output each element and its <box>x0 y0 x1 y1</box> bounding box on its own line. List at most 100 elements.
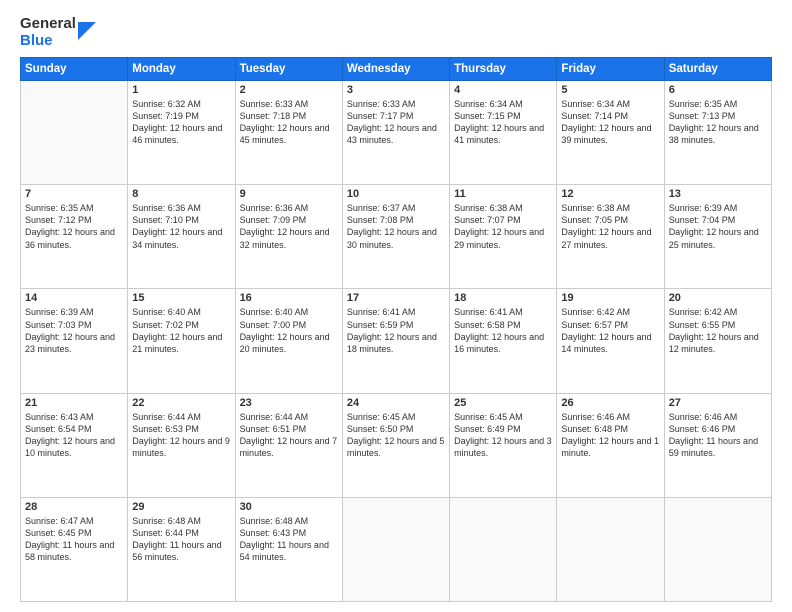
cell-info: Sunrise: 6:48 AMSunset: 6:44 PMDaylight:… <box>132 515 230 564</box>
cell-info: Sunrise: 6:32 AMSunset: 7:19 PMDaylight:… <box>132 98 230 147</box>
calendar-cell: 25Sunrise: 6:45 AMSunset: 6:49 PMDayligh… <box>450 393 557 497</box>
cell-info: Sunrise: 6:40 AMSunset: 7:00 PMDaylight:… <box>240 306 338 355</box>
calendar-cell <box>450 497 557 601</box>
calendar-cell: 3Sunrise: 6:33 AMSunset: 7:17 PMDaylight… <box>342 81 449 185</box>
week-row-4: 21Sunrise: 6:43 AMSunset: 6:54 PMDayligh… <box>21 393 772 497</box>
calendar-cell: 10 Sunrise: 6:37 AMSunset: 7:08 PMDayligh… <box>342 185 449 289</box>
weekday-wednesday: Wednesday <box>342 58 449 81</box>
cell-info: Sunrise: 6:36 AMSunset: 7:10 PMDaylight:… <box>132 202 230 251</box>
day-number: 22 <box>132 397 230 409</box>
day-number: 25 <box>454 397 552 409</box>
week-row-1: 1 Sunrise: 6:32 AMSunset: 7:19 PMDaylight… <box>21 81 772 185</box>
day-number: 3 <box>347 84 445 96</box>
weekday-thursday: Thursday <box>450 58 557 81</box>
calendar-cell: 22Sunrise: 6:44 AMSunset: 6:53 PMDayligh… <box>128 393 235 497</box>
day-number: 24 <box>347 397 445 409</box>
cell-info: Sunrise: 6:39 AMSunset: 7:03 PMDaylight:… <box>25 306 123 355</box>
weekday-monday: Monday <box>128 58 235 81</box>
day-number: 2 <box>240 84 338 96</box>
week-row-3: 14 Sunrise: 6:39 AMSunset: 7:03 PMDayligh… <box>21 289 772 393</box>
cell-info: Sunrise: 6:44 AMSunset: 6:51 PMDaylight:… <box>240 411 338 460</box>
day-number: 30 <box>240 501 338 513</box>
page: General Blue SundayMondayTuesdayWednesda… <box>0 0 792 612</box>
cell-info: Sunrise: 6:42 AMSunset: 6:55 PMDaylight:… <box>669 306 767 355</box>
weekday-tuesday: Tuesday <box>235 58 342 81</box>
day-number: 10 <box>347 188 445 200</box>
calendar-cell: 18Sunrise: 6:41 AMSunset: 6:58 PMDayligh… <box>450 289 557 393</box>
day-number: 14 <box>25 292 123 304</box>
calendar-cell: 24 Sunrise: 6:45 AMSunset: 6:50 PMDayligh… <box>342 393 449 497</box>
logo-blue-text: Blue <box>20 33 76 50</box>
cell-info: Sunrise: 6:33 AMSunset: 7:18 PMDaylight:… <box>240 98 338 147</box>
calendar-cell: 15 Sunrise: 6:40 AMSunset: 7:02 PMDayligh… <box>128 289 235 393</box>
day-number: 26 <box>561 397 659 409</box>
day-number: 20 <box>669 292 767 304</box>
cell-info: Sunrise: 6:41 AMSunset: 6:59 PMDaylight:… <box>347 306 445 355</box>
day-number: 16 <box>240 292 338 304</box>
header: General Blue <box>20 16 772 49</box>
calendar-cell: 29Sunrise: 6:48 AMSunset: 6:44 PMDayligh… <box>128 497 235 601</box>
cell-info: Sunrise: 6:45 AMSunset: 6:50 PMDaylight:… <box>347 411 445 460</box>
week-row-2: 7 Sunrise: 6:35 AMSunset: 7:12 PMDaylight… <box>21 185 772 289</box>
cell-info: Sunrise: 6:35 AMSunset: 7:12 PMDaylight:… <box>25 202 123 251</box>
calendar-cell: 1 Sunrise: 6:32 AMSunset: 7:19 PMDaylight… <box>128 81 235 185</box>
day-number: 19 <box>561 292 659 304</box>
calendar-cell: 27 Sunrise: 6:46 AMSunset: 6:46 PMDayligh… <box>664 393 771 497</box>
calendar-cell: 5 Sunrise: 6:34 AMSunset: 7:14 PMDaylight… <box>557 81 664 185</box>
calendar-cell <box>557 497 664 601</box>
weekday-sunday: Sunday <box>21 58 128 81</box>
calendar-cell: 14 Sunrise: 6:39 AMSunset: 7:03 PMDayligh… <box>21 289 128 393</box>
cell-info: Sunrise: 6:38 AMSunset: 7:05 PMDaylight:… <box>561 202 659 251</box>
calendar-cell: 16 Sunrise: 6:40 AMSunset: 7:00 PMDayligh… <box>235 289 342 393</box>
day-number: 9 <box>240 188 338 200</box>
day-number: 12 <box>561 188 659 200</box>
calendar-cell: 30 Sunrise: 6:48 AMSunset: 6:43 PMDayligh… <box>235 497 342 601</box>
cell-info: Sunrise: 6:48 AMSunset: 6:43 PMDaylight:… <box>240 515 338 564</box>
cell-info: Sunrise: 6:46 AMSunset: 6:46 PMDaylight:… <box>669 411 767 460</box>
weekday-saturday: Saturday <box>664 58 771 81</box>
calendar-cell: 21Sunrise: 6:43 AMSunset: 6:54 PMDayligh… <box>21 393 128 497</box>
day-number: 21 <box>25 397 123 409</box>
day-number: 1 <box>132 84 230 96</box>
logo: General Blue <box>20 16 96 49</box>
day-number: 18 <box>454 292 552 304</box>
logo-general-text: General <box>20 16 76 33</box>
calendar-cell <box>342 497 449 601</box>
cell-info: Sunrise: 6:37 AMSunset: 7:08 PMDaylight:… <box>347 202 445 251</box>
calendar-cell: 4Sunrise: 6:34 AMSunset: 7:15 PMDaylight… <box>450 81 557 185</box>
calendar-cell: 8 Sunrise: 6:36 AMSunset: 7:10 PMDaylight… <box>128 185 235 289</box>
cell-info: Sunrise: 6:34 AMSunset: 7:14 PMDaylight:… <box>561 98 659 147</box>
calendar-cell: 9Sunrise: 6:36 AMSunset: 7:09 PMDaylight… <box>235 185 342 289</box>
day-number: 23 <box>240 397 338 409</box>
logo-flag-icon <box>78 22 96 40</box>
weekday-header-row: SundayMondayTuesdayWednesdayThursdayFrid… <box>21 58 772 81</box>
calendar-cell <box>21 81 128 185</box>
week-row-5: 28 Sunrise: 6:47 AMSunset: 6:45 PMDayligh… <box>21 497 772 601</box>
day-number: 11 <box>454 188 552 200</box>
calendar-cell: 17 Sunrise: 6:41 AMSunset: 6:59 PMDayligh… <box>342 289 449 393</box>
calendar-cell: 6Sunrise: 6:35 AMSunset: 7:13 PMDaylight… <box>664 81 771 185</box>
day-number: 27 <box>669 397 767 409</box>
cell-info: Sunrise: 6:39 AMSunset: 7:04 PMDaylight:… <box>669 202 767 251</box>
cell-info: Sunrise: 6:40 AMSunset: 7:02 PMDaylight:… <box>132 306 230 355</box>
day-number: 7 <box>25 188 123 200</box>
calendar-cell: 26Sunrise: 6:46 AMSunset: 6:48 PMDayligh… <box>557 393 664 497</box>
day-number: 13 <box>669 188 767 200</box>
day-number: 8 <box>132 188 230 200</box>
calendar-cell: 28 Sunrise: 6:47 AMSunset: 6:45 PMDayligh… <box>21 497 128 601</box>
day-number: 5 <box>561 84 659 96</box>
calendar-cell <box>664 497 771 601</box>
day-number: 28 <box>25 501 123 513</box>
cell-info: Sunrise: 6:47 AMSunset: 6:45 PMDaylight:… <box>25 515 123 564</box>
calendar-cell: 13 Sunrise: 6:39 AMSunset: 7:04 PMDayligh… <box>664 185 771 289</box>
day-number: 17 <box>347 292 445 304</box>
cell-info: Sunrise: 6:38 AMSunset: 7:07 PMDaylight:… <box>454 202 552 251</box>
calendar-cell: 12 Sunrise: 6:38 AMSunset: 7:05 PMDayligh… <box>557 185 664 289</box>
calendar-cell: 20 Sunrise: 6:42 AMSunset: 6:55 PMDayligh… <box>664 289 771 393</box>
cell-info: Sunrise: 6:34 AMSunset: 7:15 PMDaylight:… <box>454 98 552 147</box>
calendar-table: SundayMondayTuesdayWednesdayThursdayFrid… <box>20 57 772 602</box>
calendar-cell: 23 Sunrise: 6:44 AMSunset: 6:51 PMDayligh… <box>235 393 342 497</box>
day-number: 15 <box>132 292 230 304</box>
day-number: 6 <box>669 84 767 96</box>
calendar-cell: 7 Sunrise: 6:35 AMSunset: 7:12 PMDaylight… <box>21 185 128 289</box>
